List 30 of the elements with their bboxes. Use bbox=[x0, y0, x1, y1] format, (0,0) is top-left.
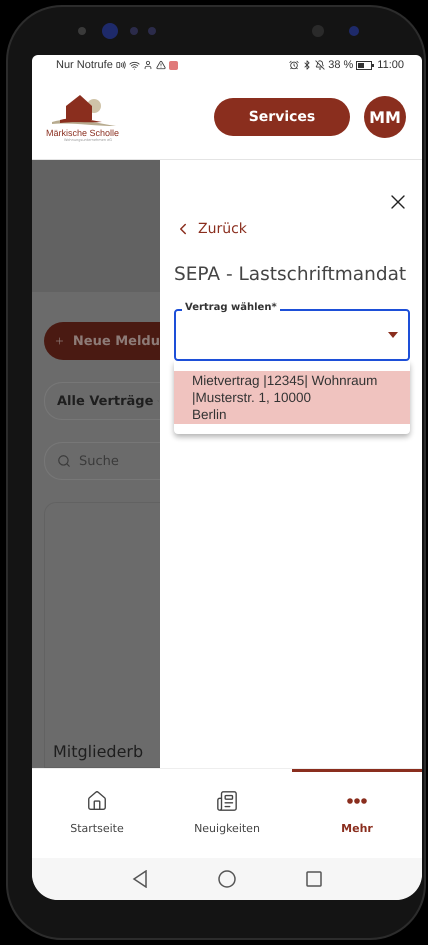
battery-percent: 38 % bbox=[328, 59, 354, 71]
notification-icon bbox=[168, 60, 178, 70]
mute-icon bbox=[315, 60, 326, 70]
warning-icon bbox=[156, 60, 166, 70]
alarm-icon bbox=[289, 60, 300, 70]
battery-icon bbox=[356, 60, 374, 70]
new-report-button[interactable]: Neue Meldu bbox=[44, 322, 160, 360]
logo-name: Märkische Scholle bbox=[46, 128, 120, 138]
contract-option[interactable]: Mietvertrag |12345| Wohnraum |Musterstr. 1, 10000 Berlin bbox=[174, 371, 410, 424]
drawer-title: SEPA - Lastschriftmandat bbox=[174, 264, 408, 285]
person-icon bbox=[142, 60, 153, 70]
card-title: Mitgliederb bbox=[53, 742, 144, 761]
user-avatar[interactable]: MM bbox=[364, 96, 406, 138]
newspaper-icon bbox=[216, 790, 238, 812]
back-link[interactable]: Zurück bbox=[174, 220, 247, 238]
sim-icon bbox=[116, 60, 126, 70]
search-icon bbox=[57, 454, 71, 468]
wifi-icon bbox=[128, 60, 140, 70]
home-circle-icon[interactable] bbox=[218, 870, 236, 888]
field-label: Vertrag wählen* bbox=[182, 302, 280, 313]
status-text: Nur Notrufe bbox=[56, 59, 113, 71]
button-label: Neue Meldu bbox=[72, 334, 160, 348]
bluetooth-icon bbox=[302, 60, 312, 70]
home-icon bbox=[86, 790, 108, 812]
dropdown-caret-icon bbox=[388, 332, 398, 338]
services-button[interactable]: Services bbox=[214, 98, 350, 136]
back-icon[interactable] bbox=[132, 870, 148, 888]
recents-icon[interactable] bbox=[306, 871, 322, 887]
more-icon bbox=[347, 798, 367, 804]
clock-time: 11:00 bbox=[377, 59, 404, 71]
